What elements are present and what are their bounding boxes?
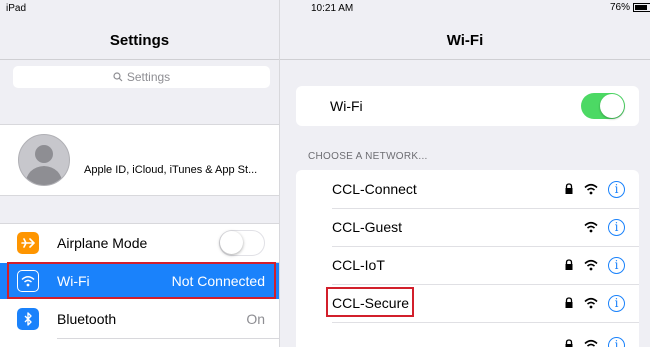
header-divider: [280, 59, 650, 60]
wifi-signal-icon: [584, 297, 598, 309]
wifi-signal-icon: [584, 339, 598, 347]
clock: 10:21 AM: [311, 3, 354, 14]
device-label: iPad: [6, 3, 27, 14]
bluetooth-status-value: On: [246, 311, 265, 327]
lock-icon: [565, 297, 573, 308]
lock-icon: [565, 259, 573, 270]
wifi-toggle-label: Wi-Fi: [330, 98, 363, 114]
search-icon: [113, 72, 123, 82]
wifi-signal-icon: [584, 259, 598, 271]
network-row[interactable]: i: [296, 326, 639, 347]
settings-title: Settings: [109, 32, 170, 49]
wifi-signal-icon: [584, 221, 598, 233]
row-divider: [57, 338, 279, 339]
lock-icon: [565, 183, 573, 194]
airplane-mode-row[interactable]: Airplane Mode: [0, 224, 279, 262]
search-field[interactable]: Settings: [13, 66, 270, 88]
wifi-signal-icon: [584, 183, 598, 195]
ccl-secure-highlight-box: [326, 287, 414, 317]
network-row[interactable]: CCL-Connect i: [296, 170, 639, 208]
bluetooth-icon: [17, 308, 39, 330]
row-divider: [332, 322, 639, 323]
toggle-knob: [220, 231, 243, 254]
person-silhouette-icon: [25, 145, 63, 185]
networks-section-header: CHOOSE A NETWORK...: [308, 151, 428, 162]
toggle-knob: [600, 94, 624, 118]
network-row[interactable]: CCL-Guest i: [296, 208, 639, 246]
search-placeholder: Settings: [126, 70, 171, 84]
battery-percent: 76%: [610, 2, 631, 13]
info-icon[interactable]: i: [608, 180, 625, 198]
bluetooth-label: Bluetooth: [57, 311, 117, 327]
wifi-pane: 10:21 AM 76% Wi-Fi Wi-Fi CHOOSE A NETWOR…: [280, 0, 650, 347]
info-icon[interactable]: i: [608, 218, 625, 236]
wifi-toggle[interactable]: [581, 93, 625, 119]
wifi-page-title: Wi-Fi: [446, 32, 484, 49]
wifi-row-highlight-box: [7, 262, 276, 299]
avatar: [18, 134, 70, 186]
lock-icon: [565, 339, 573, 347]
info-icon[interactable]: i: [608, 256, 625, 274]
network-name: CCL-Connect: [332, 181, 417, 197]
airplane-mode-toggle[interactable]: [219, 230, 265, 256]
network-name: CCL-Guest: [332, 219, 403, 235]
airplane-icon: [17, 232, 39, 254]
bluetooth-row[interactable]: Bluetooth On: [0, 300, 279, 338]
apple-id-label: Apple ID, iCloud, iTunes & App St...: [84, 164, 258, 176]
battery-icon: [633, 3, 650, 12]
network-row[interactable]: CCL-IoT i: [296, 246, 639, 284]
airplane-mode-label: Airplane Mode: [57, 235, 148, 251]
wifi-toggle-row: Wi-Fi: [296, 86, 639, 126]
info-icon[interactable]: i: [608, 336, 625, 347]
header-divider: [0, 59, 279, 60]
battery-indicator: 76%: [610, 2, 650, 13]
network-name: CCL-IoT: [332, 257, 385, 273]
settings-pane: iPad Settings Settings Apple ID, iCloud,…: [0, 0, 280, 347]
network-list: CCL-Connect i CCL-Guest i CCL-IoT i CCL-…: [296, 170, 639, 347]
info-icon[interactable]: i: [608, 294, 625, 312]
